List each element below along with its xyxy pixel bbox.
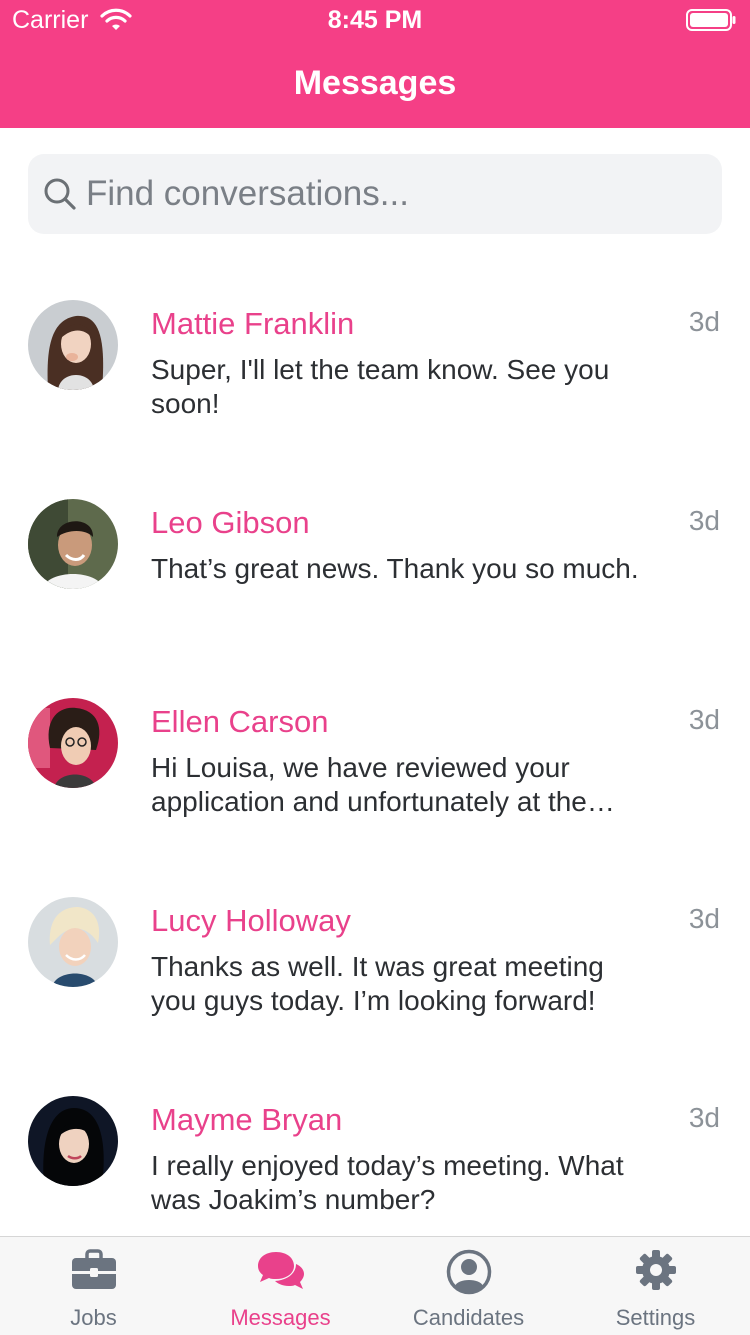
message-time: 3d [688,903,720,934]
conversation-row[interactable]: Leo Gibson 3d That’s great news. Thank y… [0,497,750,696]
message-time: 3d [688,306,720,337]
conversation-list: Mattie Franklin 3d Super, I'll let the t… [0,298,750,1293]
message-time: 3d [688,1102,720,1133]
message-preview: I really enjoyed today’s meeting. What w… [151,1150,624,1215]
gear-icon [635,1250,676,1290]
tab-label: Jobs [70,1305,117,1330]
contact-name: Mattie Franklin [151,306,355,341]
tab-settings[interactable]: Settings [562,1237,749,1335]
avatar [28,897,118,987]
message-preview: Hi Louisa, we have reviewed your applica… [151,752,615,817]
conversation-row[interactable]: Lucy Holloway 3d Thanks as well. It was … [0,895,750,1094]
message-preview: Super, I'll let the team know. See you s… [151,354,610,419]
message-time: 3d [688,704,720,735]
search-bar[interactable] [28,154,722,234]
briefcase-icon [71,1249,116,1289]
user-circle-icon [446,1249,491,1295]
page-title: Messages [293,64,457,102]
status-bar: Carrier 8:45 PM [0,0,750,40]
avatar [28,1096,118,1186]
avatar [28,499,118,589]
tab-label: Candidates [412,1305,525,1330]
tab-label: Settings [615,1305,696,1330]
contact-name: Leo Gibson [151,505,310,540]
tab-label: Messages [230,1305,331,1330]
app-header: Carrier 8:45 PM Messages [0,0,750,128]
tab-bar: Jobs Messages Candidates Settings [0,1236,750,1335]
message-time: 3d [688,505,720,536]
chat-bubbles-icon [257,1252,304,1289]
battery-icon [686,9,736,31]
status-time: 8:45 PM [327,6,423,34]
contact-name: Lucy Holloway [151,903,351,938]
conversation-row[interactable]: Ellen Carson 3d Hi Louisa, we have revie… [0,696,750,895]
contact-name: Ellen Carson [151,704,329,739]
contact-name: Mayme Bryan [151,1102,343,1137]
conversation-row[interactable]: Mattie Franklin 3d Super, I'll let the t… [0,298,750,497]
message-preview: Thanks as well. It was great meeting you… [151,951,604,1016]
search-input[interactable] [86,154,706,234]
tab-jobs[interactable]: Jobs [0,1237,187,1335]
message-preview: That’s great news. Thank you so much. [151,553,639,584]
avatar [28,698,118,788]
tab-candidates[interactable]: Candidates [375,1237,562,1335]
search-icon [44,178,76,210]
avatar [28,300,118,390]
tab-messages[interactable]: Messages [187,1237,374,1335]
